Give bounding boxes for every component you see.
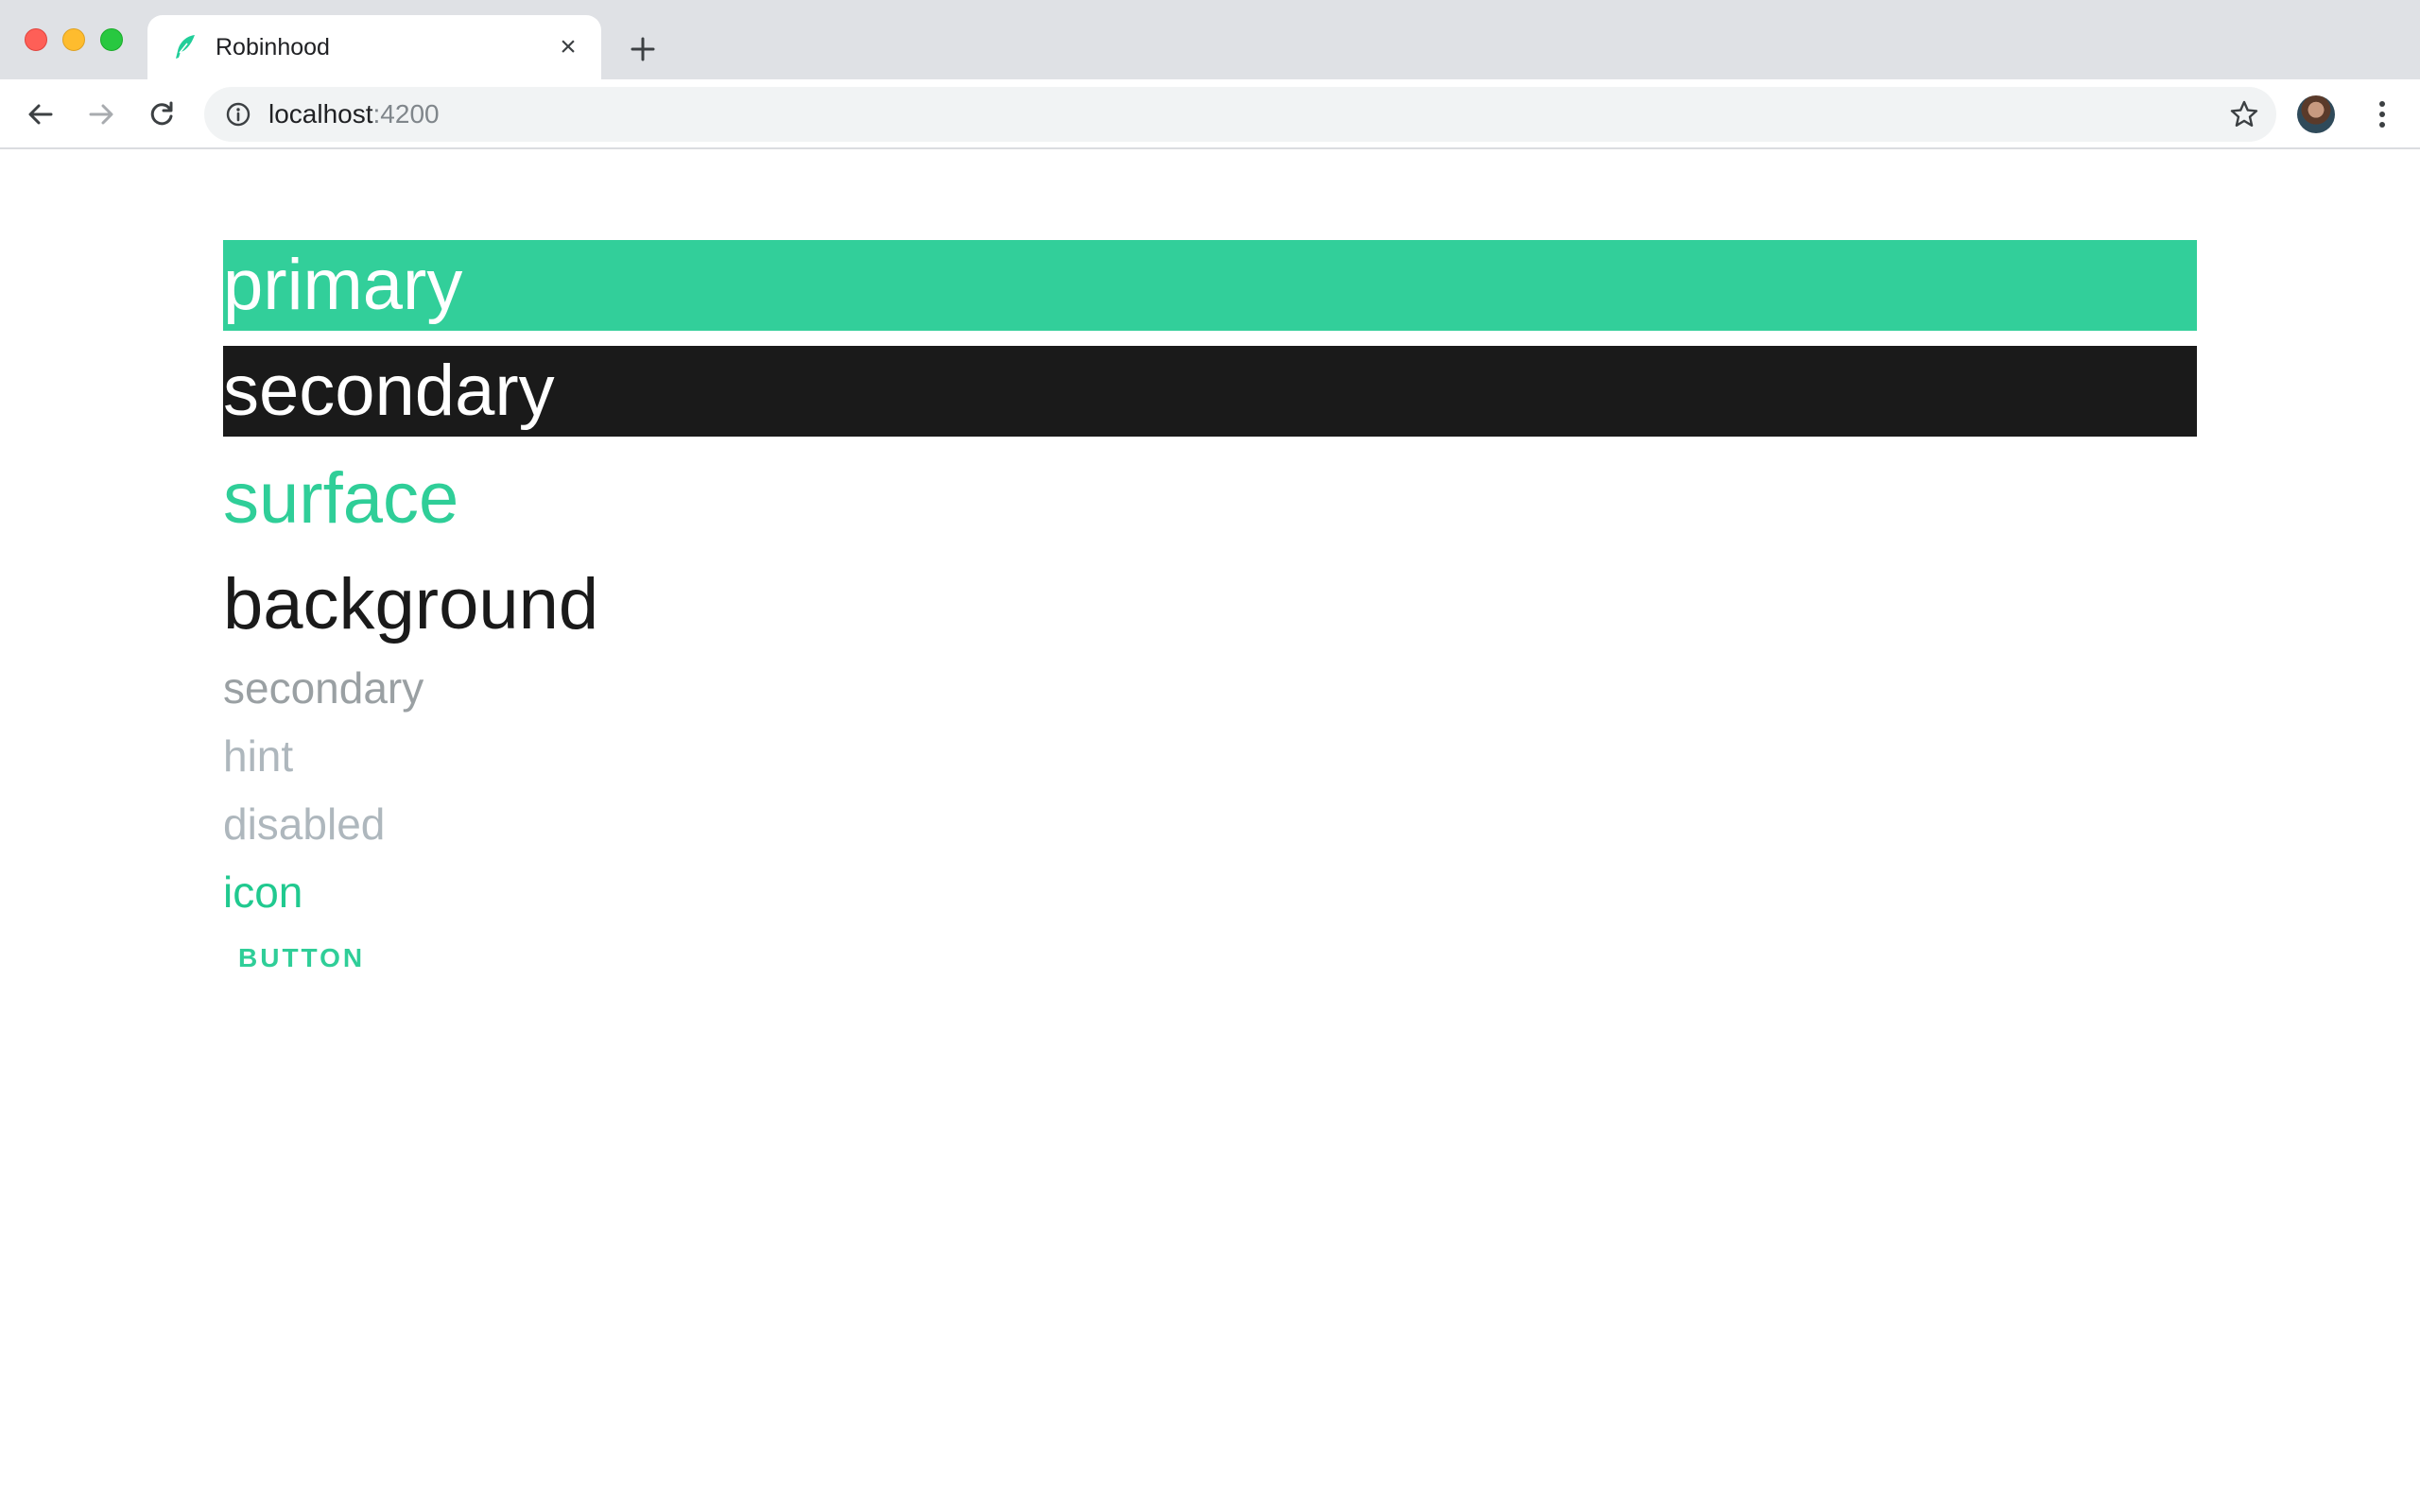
surface-label: surface — [223, 458, 459, 539]
maximize-window-button[interactable] — [100, 28, 123, 51]
hint-text-label: hint — [223, 731, 294, 781]
new-tab-button[interactable] — [620, 26, 666, 72]
forward-button[interactable] — [79, 93, 123, 136]
close-window-button[interactable] — [25, 28, 47, 51]
tab-strip: Robinhood × — [0, 0, 2420, 79]
url-host: localhost — [268, 99, 373, 129]
sample-button[interactable]: BUTTON — [238, 943, 365, 973]
reload-button[interactable] — [140, 93, 183, 136]
close-icon: × — [560, 31, 577, 62]
url-text[interactable]: localhost:4200 — [268, 99, 440, 129]
close-tab-button[interactable]: × — [552, 31, 584, 63]
background-label: background — [223, 564, 599, 644]
reload-icon — [150, 101, 173, 126]
info-icon[interactable] — [225, 101, 251, 128]
minimize-window-button[interactable] — [62, 28, 85, 51]
secondary-swatch: secondary — [223, 346, 2197, 437]
feather-icon — [176, 35, 195, 59]
theme-palette: primary secondary surface background sec… — [223, 240, 2197, 973]
url-port: :4200 — [372, 99, 440, 129]
primary-swatch: primary — [223, 240, 2197, 331]
disabled-text-label: disabled — [223, 799, 386, 849]
menu-button[interactable] — [2363, 95, 2401, 133]
secondary-text-label: secondary — [223, 663, 424, 713]
tab-title: Robinhood — [216, 34, 330, 60]
kebab-menu-icon — [2379, 101, 2385, 128]
back-button[interactable] — [19, 93, 62, 136]
address-bar[interactable]: localhost:4200 — [204, 87, 2276, 142]
icon-text-label: icon — [223, 868, 303, 917]
browser-toolbar: localhost:4200 — [0, 79, 2420, 149]
plus-icon — [631, 37, 655, 61]
star-icon[interactable] — [2229, 99, 2259, 129]
arrow-right-icon — [89, 104, 113, 125]
profile-avatar[interactable] — [2297, 95, 2335, 133]
arrow-left-icon — [28, 104, 53, 125]
browser-tab[interactable]: Robinhood × — [147, 15, 601, 79]
